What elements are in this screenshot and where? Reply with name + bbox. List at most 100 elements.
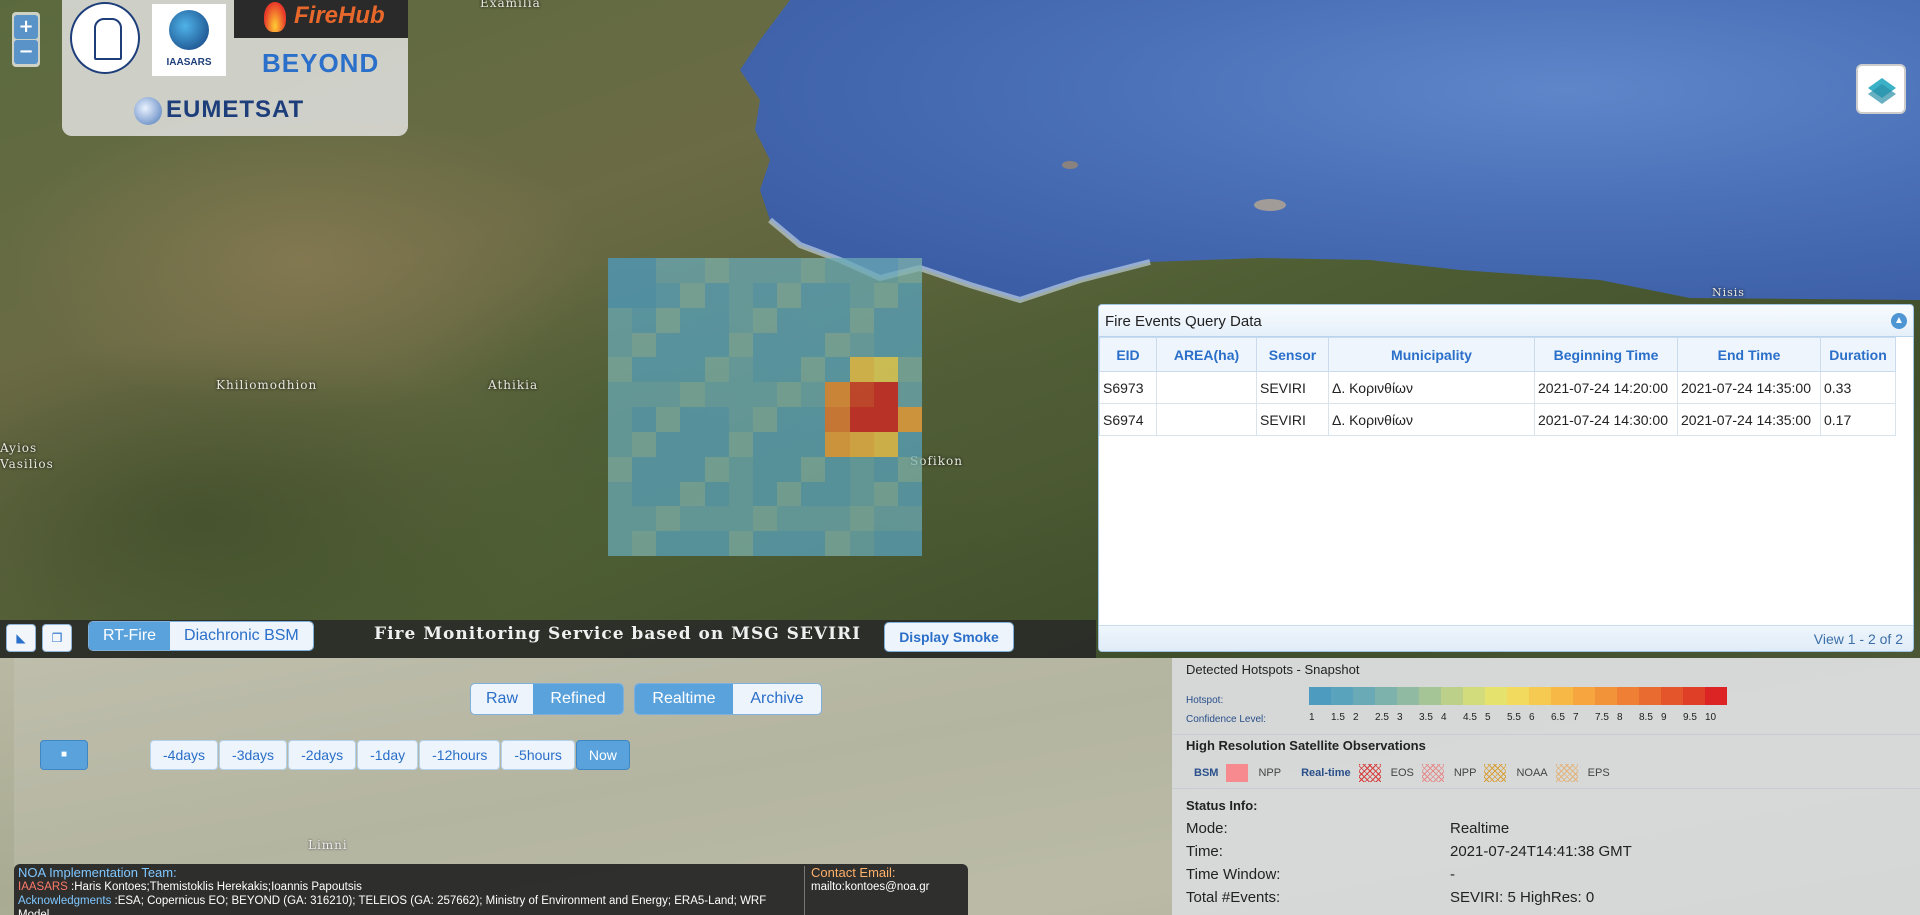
col-area[interactable]: AREA(ha) [1156,337,1257,372]
hotspot-label: Hotspot: [1186,695,1224,706]
status-events-value: SEVIRI: 5 HighRes: 0 [1450,889,1595,906]
zoom-control: + − [12,12,40,67]
bottom-panel: Raw Refined Realtime Archive ■ -4days -3… [0,658,1920,915]
time-12hours-button[interactable]: -12hours [419,740,501,770]
tab-diachronic-bsm[interactable]: Diachronic BSM [170,622,313,650]
fire-events-table: EID AREA(ha) Sensor Municipality Beginni… [1099,337,1896,436]
cell-eid: S6973 [1099,371,1157,404]
service-tabs: RT-Fire Diachronic BSM [88,621,314,651]
window-tool-button[interactable]: ❐ [42,624,72,652]
beyond-logo: BEYOND [262,48,380,78]
tab-rt-fire[interactable]: RT-Fire [89,622,171,650]
layers-button[interactable] [1856,64,1906,114]
eps-swatch [1555,764,1578,782]
confidence-swatch [1573,687,1595,705]
refined-button[interactable]: Refined [533,684,623,714]
time-window-bar: -4days -3days -2days -1day -12hours -5ho… [150,740,631,770]
confidence-color-bar [1309,687,1727,705]
select-tool-button[interactable]: ◣ [6,624,36,652]
col-sensor[interactable]: Sensor [1256,337,1329,372]
display-smoke-button[interactable]: Display Smoke [884,622,1014,652]
place-nisis: Nisis [1712,286,1745,299]
cell-sensor: SEVIRI [1256,371,1329,404]
info-panel: Detected Hotspots - Snapshot Hotspot: Co… [1172,658,1920,915]
eumetsat-logo: EUMETSAT [134,96,304,125]
archive-button[interactable]: Archive [733,684,821,714]
time-1day-button[interactable]: -1day [357,740,419,770]
col-duration[interactable]: Duration [1820,337,1896,372]
status-window-label: Time Window: [1186,866,1281,883]
time-2days-button[interactable]: -2days [288,740,357,770]
cell-duration: 0.17 [1820,403,1896,436]
place-examilia: Examilia [480,0,541,10]
place-limni: Limni [308,838,348,852]
cell-end-time: 2021-07-24 14:35:00 [1677,371,1821,404]
col-municipality[interactable]: Municipality [1328,337,1535,372]
confidence-swatch [1441,687,1463,705]
hr-legend-row: BSM NPP Real-time EOS NPP NOAA EPS [1194,764,1610,782]
layers-icon [1868,78,1896,104]
iaasars-label: IAASARS [18,881,68,893]
time-5hours-button[interactable]: -5hours [501,740,575,770]
hotspots-legend-title: Detected Hotspots - Snapshot [1186,662,1360,677]
npp-label: NPP [1258,767,1282,779]
status-title: Status Info: [1186,798,1258,813]
table-row[interactable]: S6973 SEVIRI Δ. Κορινθίων 2021-07-24 14:… [1099,371,1896,404]
hr-observations-title: High Resolution Satellite Observations [1186,738,1426,753]
collapse-icon[interactable]: ▲ [1891,313,1907,329]
processing-toggle: Raw Refined [470,683,624,715]
confidence-swatch [1617,687,1639,705]
mode-toggle: Realtime Archive [634,683,822,715]
cell-beginning-time: 2021-07-24 14:20:00 [1534,371,1678,404]
zoom-out-button[interactable]: − [14,40,38,64]
hotspot-grid-overlay[interactable] [608,258,922,556]
table-row[interactable]: S6974 SEVIRI Δ. Κορινθίων 2021-07-24 14:… [1099,403,1896,436]
time-3days-button[interactable]: -3days [219,740,288,770]
contact-heading: Contact Email: [811,865,896,880]
team-heading: NOA Implementation Team: [18,865,177,880]
status-time-value: 2021-07-24T14:41:38 GMT [1450,843,1632,860]
acknowledgments-label: Acknowledgments [18,895,112,907]
status-mode-label: Mode: [1186,820,1228,837]
realtime-button[interactable]: Realtime [635,684,733,714]
confidence-swatch [1639,687,1661,705]
zoom-in-button[interactable]: + [14,15,38,39]
fire-events-title: Fire Events Query Data [1105,313,1262,330]
stop-button[interactable]: ■ [40,740,88,770]
iaasars-logo: IAASARS [152,4,226,76]
fire-events-panel: Fire Events Query Data ▲ EID AREA(ha) Se… [1098,304,1914,652]
cell-area [1156,371,1257,404]
iaasars-names: :Haris Kontoes;Themistoklis Herekakis;Io… [67,881,362,893]
npp2-label: NPP [1453,767,1477,779]
confidence-swatch [1705,687,1727,705]
cursor-icon: ◣ [16,631,26,645]
eos-swatch [1358,764,1381,782]
firehub-logo: FireHub [234,0,408,38]
table-header-row: EID AREA(ha) Sensor Municipality Beginni… [1099,337,1896,372]
stop-icon: ■ [60,749,68,760]
col-beginning-time[interactable]: Beginning Time [1534,337,1678,372]
eos-label: EOS [1390,767,1414,779]
cell-area [1156,403,1257,436]
eps-label: EPS [1587,767,1610,779]
confidence-swatch [1507,687,1529,705]
col-end-time[interactable]: End Time [1677,337,1821,372]
confidence-swatch [1419,687,1441,705]
windows-icon: ❐ [51,631,63,645]
contact-email-link[interactable]: mailto:kontoes@noa.gr [811,880,964,894]
partner-logos: IAASARS FireHub BEYOND EUMETSAT [62,0,408,136]
time-4days-button[interactable]: -4days [150,740,219,770]
cell-eid: S6974 [1099,403,1157,436]
bsm-label: BSM [1194,767,1219,779]
confidence-swatch [1595,687,1617,705]
realtime-label: Real-time [1301,767,1351,779]
bsm-swatch [1226,764,1249,782]
raw-button[interactable]: Raw [471,684,533,714]
status-events-label: Total #Events: [1186,889,1281,906]
time-now-button[interactable]: Now [575,740,630,770]
confidence-swatch [1331,687,1353,705]
cell-beginning-time: 2021-07-24 14:30:00 [1534,403,1678,436]
confidence-swatch [1397,687,1419,705]
noaa-label: NOAA [1516,767,1548,779]
col-eid[interactable]: EID [1099,337,1157,372]
